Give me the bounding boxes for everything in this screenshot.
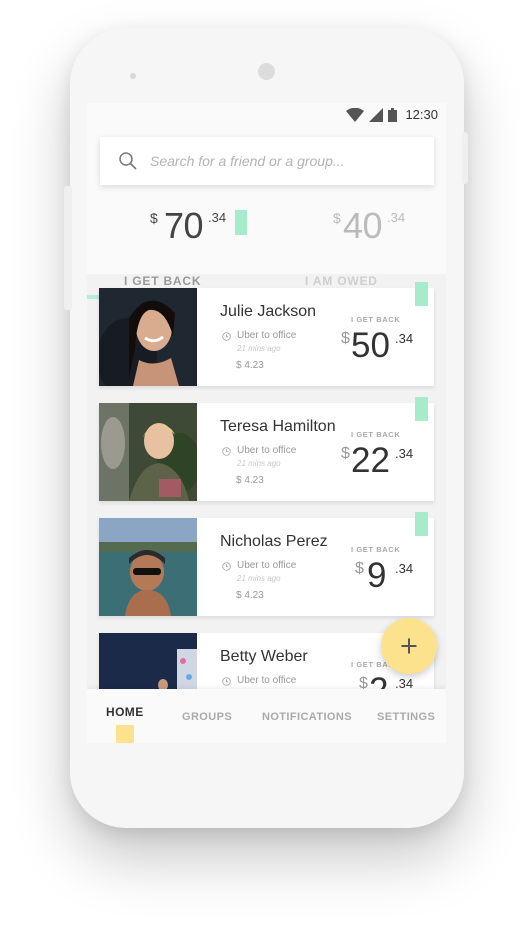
total-cents: .34 — [387, 210, 406, 225]
balance-whole: 50 — [351, 326, 390, 365]
balance-status: I GET BACK — [351, 430, 401, 439]
expense-time: 21 mins ago — [237, 344, 281, 353]
search-input[interactable] — [150, 137, 420, 185]
total-currency: $ — [150, 210, 158, 226]
total-label: I AM OWED — [305, 274, 378, 288]
clock-icon — [222, 332, 231, 341]
add-expense-button[interactable] — [381, 618, 437, 674]
balance-flag — [415, 397, 428, 421]
friend-name: Nicholas Perez — [220, 533, 328, 550]
nav-groups[interactable]: GROUPS — [182, 711, 232, 723]
avatar — [99, 518, 197, 616]
tab-i-am-owed[interactable]: $ 40 .34 I AM OWED — [266, 204, 446, 288]
app-screen: 12:30 $ 70 .34 I GET BACK $ 40 .34 I AM … — [87, 103, 446, 743]
search-icon[interactable] — [118, 151, 138, 171]
balance-cents: .34 — [395, 331, 414, 346]
volume-button — [64, 186, 72, 310]
total-whole: 40 — [343, 205, 383, 246]
balance-whole: 9 — [367, 556, 387, 595]
wifi-icon — [346, 107, 365, 122]
balance-currency: $ — [341, 445, 350, 462]
balance-flag — [415, 282, 428, 306]
battery-icon — [388, 107, 398, 122]
total-highlight-marker — [235, 210, 247, 235]
expense-amount: $ 4.23 — [236, 475, 264, 486]
balance-whole: 22 — [351, 441, 390, 480]
avatar — [99, 403, 197, 501]
expense-time: 21 mins ago — [237, 574, 281, 583]
front-sensor — [130, 73, 136, 79]
total-label: I GET BACK — [124, 274, 202, 288]
total-cents: .34 — [208, 210, 227, 225]
nav-notifications[interactable]: NOTIFICATIONS — [262, 711, 352, 723]
friend-name: Julie Jackson — [220, 303, 317, 320]
balance-status: I GET BACK — [351, 315, 401, 324]
avatar — [99, 288, 197, 386]
header-area: $ 70 .34 I GET BACK $ 40 .34 I AM OWED — [87, 129, 446, 299]
friend-card[interactable]: Teresa Hamilton Uber to office 21 mins a… — [99, 397, 434, 501]
expense-description: Uber to office — [237, 445, 297, 456]
bottom-navigation: HOME GROUPS NOTIFICATIONS SETTINGS — [87, 689, 446, 743]
friend-card[interactable]: Nicholas Perez Uber to office 21 mins ag… — [99, 512, 434, 616]
friend-name: Betty Weber — [220, 648, 308, 665]
clock-icon — [222, 447, 231, 456]
balance-currency: $ — [341, 330, 350, 347]
clock-icon — [222, 562, 231, 571]
power-button — [462, 132, 468, 184]
nav-active-marker — [116, 725, 134, 743]
friend-card[interactable]: Julie Jackson Uber to office 21 mins ago… — [99, 282, 434, 386]
expense-time: 21 mins ago — [237, 459, 281, 468]
expense-description: Uber to office — [237, 675, 297, 686]
balance-cents: .34 — [395, 561, 414, 576]
balance-flag — [415, 512, 428, 536]
expense-description: Uber to office — [237, 560, 297, 571]
search-bar[interactable] — [100, 137, 434, 185]
expense-amount: $ 4.23 — [236, 360, 264, 371]
expense-description: Uber to office — [237, 330, 297, 341]
balance-cents: .34 — [395, 446, 414, 461]
nav-home[interactable]: HOME — [106, 705, 144, 719]
clock-icon — [222, 677, 231, 686]
expense-amount: $ 4.23 — [236, 590, 264, 601]
plus-icon — [401, 638, 417, 654]
status-bar: 12:30 — [87, 103, 446, 129]
front-camera — [258, 63, 275, 80]
total-currency: $ — [333, 210, 341, 226]
total-whole: 70 — [164, 205, 204, 246]
friend-name: Teresa Hamilton — [220, 418, 336, 435]
signal-icon — [369, 107, 384, 122]
nav-settings[interactable]: SETTINGS — [377, 711, 435, 723]
balance-status: I GET BACK — [351, 545, 401, 554]
balance-currency: $ — [355, 560, 364, 577]
status-time: 12:30 — [405, 107, 438, 122]
